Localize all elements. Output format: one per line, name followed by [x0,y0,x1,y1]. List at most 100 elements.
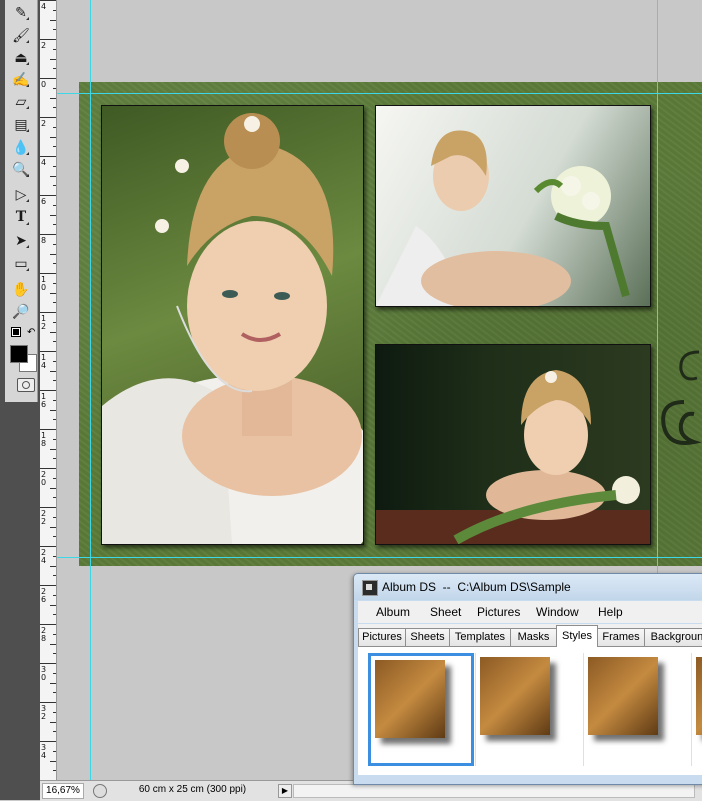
style-thumbnail-image [696,657,702,735]
foreground-color-swatch[interactable] [10,345,28,363]
ruler-tick [40,429,56,430]
zoom-level-field[interactable]: 16,67% [42,783,84,799]
menu-album[interactable]: Album [376,605,410,619]
quick-mask-icon[interactable] [17,378,35,392]
ruler-tick [40,195,56,196]
ruler-tick [53,302,56,304]
ruler-tick [53,555,56,557]
direct-selection-icon[interactable]: ➤ [12,231,30,249]
ruler-label: 4 [41,2,47,11]
ruler-tick [53,185,56,187]
zoom-icon[interactable]: 🔎 [12,302,30,320]
tab-masks[interactable]: Masks [510,628,557,646]
path-selection-icon[interactable]: ▷ [12,185,30,203]
ruler-tick [53,321,56,323]
ruler-tick [53,224,56,226]
tab-templates[interactable]: Templates [449,628,511,646]
brush-icon[interactable]: 🖌 [12,26,30,44]
ruler-tick [53,165,56,167]
type-icon[interactable]: T [12,208,30,226]
ruler-tick [50,448,56,450]
photo-bride-leaning[interactable] [375,344,651,545]
status-menu-arrow-icon[interactable]: ▶ [278,784,292,798]
tab-sheets[interactable]: Sheets [405,628,450,646]
ruler-tick [50,409,56,411]
style-thumbnail-image [375,660,445,738]
clone-stamp-icon[interactable]: ⏏ [12,48,30,66]
ruler-tick [53,536,56,538]
ruler-tick [40,234,56,235]
ruler-tick [50,526,56,528]
guide-horizontal-top[interactable] [57,93,702,94]
ruler-tick [40,351,56,352]
ruler-label: 0 [41,80,47,89]
style-thumbnail-image [480,657,550,735]
guide-vertical-left[interactable] [90,0,91,780]
swirl-ornament [661,350,702,445]
menu-help[interactable]: Help [598,605,623,619]
style-thumbnail[interactable] [692,653,702,760]
ruler-tick [40,273,56,274]
ruler-tick [50,19,56,21]
ruler-tick [53,692,56,694]
photo-bride-with-bouquet[interactable] [375,105,651,307]
gradient-icon[interactable]: ▤ [12,115,30,133]
tab-frames[interactable]: Frames [597,628,645,646]
ruler-tick [50,292,56,294]
eraser-icon[interactable]: ▱ [12,92,30,110]
style-thumbnail-image [588,657,658,735]
album-ds-window[interactable]: Album DS -- C:\Album DS\Sample Album She… [353,573,702,785]
status-info-icon[interactable] [93,784,107,798]
ruler-tick [50,721,56,723]
ruler-tick [53,360,56,362]
blur-icon[interactable]: 💧 [12,138,30,156]
ruler-tick [50,643,56,645]
ruler-tick [53,731,56,733]
horizontal-scrollbar[interactable] [293,784,695,798]
vertical-ruler[interactable]: 4 2 0 2 4 6 8 1 0 1 2 1 4 1 6 1 8 2 0 2 2 2 4 2 6 2 8 3 0… [40,0,57,780]
history-brush-icon[interactable]: ✍ [12,70,30,88]
hand-icon[interactable]: ✋ [12,280,30,298]
ruler-label: 1 0 [41,275,47,292]
menu-pictures[interactable]: Pictures [477,605,520,619]
ruler-tick [53,477,56,479]
ruler-tick [50,253,56,255]
tools-panel: ✎ 🖌 ⏏ ✍ ▱ ▤ 💧 🔍 ▷ T ➤ ▭ ✋ 🔎 ↶ [0,0,40,800]
dodge-icon[interactable]: 🔍 [12,160,30,178]
album-ds-app-icon [362,580,378,596]
photo-bride-portrait[interactable] [101,105,364,545]
tab-background[interactable]: Background [644,628,702,646]
default-colors-icon[interactable] [11,327,21,337]
album-page[interactable] [79,82,702,566]
ruler-label: 2 [41,119,47,128]
menu-sheet[interactable]: Sheet [430,605,461,619]
ruler-label: 8 [41,236,47,245]
ruler-tick [40,78,56,79]
ruler-tick [40,312,56,313]
album-ds-title-bar[interactable]: Album DS -- C:\Album DS\Sample [354,574,702,600]
style-thumbnail[interactable] [368,653,474,766]
ruler-tick [53,204,56,206]
ruler-tick [53,770,56,772]
swap-colors-icon[interactable]: ↶ [27,327,35,338]
styles-thumbnail-list [358,647,702,775]
ruler-tick [40,546,56,547]
ruler-tick [40,624,56,625]
ruler-label: 3 2 [41,704,47,721]
tab-pictures[interactable]: Pictures [358,628,406,646]
spot-healing-brush-icon[interactable]: ✎ [12,3,30,21]
ruler-tick [40,507,56,508]
ruler-tick [53,516,56,518]
rectangle-icon[interactable]: ▭ [12,254,30,272]
ruler-tick [53,672,56,674]
ruler-tick [53,458,56,460]
guide-horizontal-bottom[interactable] [57,557,702,558]
style-thumbnail[interactable] [584,653,684,760]
ruler-tick [40,585,56,586]
ruler-tick [53,107,56,109]
ruler-label: 2 6 [41,587,47,604]
tab-styles[interactable]: Styles [556,625,598,647]
style-thumbnail[interactable] [476,653,576,760]
menu-window[interactable]: Window [536,605,579,619]
album-ds-menu-bar: Album Sheet Pictures Window Help [358,601,702,623]
